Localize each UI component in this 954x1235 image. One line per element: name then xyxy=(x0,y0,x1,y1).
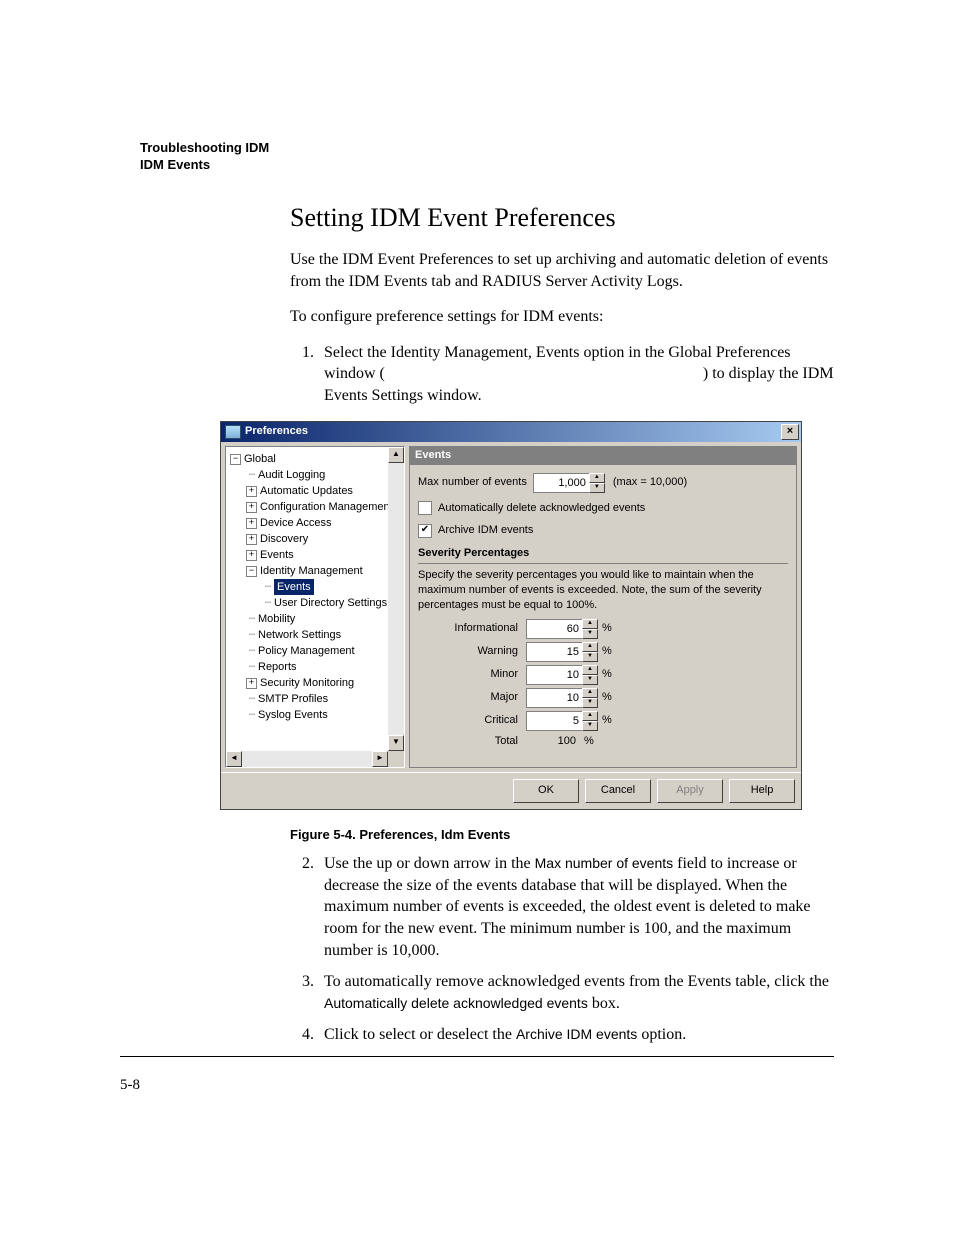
scroll-right-icon[interactable]: ► xyxy=(372,751,388,767)
severity-title: Severity Percentages xyxy=(418,546,788,561)
preferences-tree[interactable]: −Global ┄Audit Logging +Automatic Update… xyxy=(226,447,404,727)
sev-info-spinner[interactable]: ▲▼ xyxy=(526,619,598,639)
footer-rule xyxy=(120,1056,834,1057)
tree-hscroll[interactable]: ◄ ► xyxy=(226,751,388,767)
steps-list-bottom: Use the up or down arrow in the Max numb… xyxy=(290,853,834,1046)
preferences-window: Preferences × −Global ┄Audit Logging +Au… xyxy=(220,421,802,810)
titlebar: Preferences × xyxy=(221,422,801,442)
close-button[interactable]: × xyxy=(781,424,799,440)
sev-minor-spinner[interactable]: ▲▼ xyxy=(526,665,598,685)
intro-para-2: To configure preference settings for IDM… xyxy=(290,306,834,328)
events-header: Events xyxy=(409,446,797,465)
sev-critical-spinner[interactable]: ▲▼ xyxy=(526,711,598,731)
sev-major-spinner[interactable]: ▲▼ xyxy=(526,688,598,708)
tree-vscroll[interactable]: ▲ ▼ xyxy=(388,447,404,751)
step-2: Use the up or down arrow in the Max numb… xyxy=(318,853,834,961)
spin-down-icon[interactable]: ▼ xyxy=(589,483,605,493)
ok-button[interactable]: OK xyxy=(513,779,579,803)
scroll-down-icon[interactable]: ▼ xyxy=(388,735,404,751)
spin-up-icon[interactable]: ▲ xyxy=(589,473,605,483)
help-button[interactable]: Help xyxy=(729,779,795,803)
max-events-hint: (max = 10,000) xyxy=(613,475,687,490)
app-icon xyxy=(225,425,241,439)
steps-list-top: Select the Identity Management, Events o… xyxy=(290,342,834,407)
max-events-input[interactable] xyxy=(533,473,589,493)
severity-grid: Informational▲▼% Warning▲▼% Minor▲▼% Maj… xyxy=(418,619,788,749)
dialog-buttons: OK Cancel Apply Help xyxy=(221,772,801,809)
intro-para-1: Use the IDM Event Preferences to set up … xyxy=(290,249,834,292)
section-title: Setting IDM Event Preferences xyxy=(290,200,834,235)
scroll-up-icon[interactable]: ▲ xyxy=(388,447,404,463)
archive-checkbox[interactable]: ✔ xyxy=(418,524,432,538)
running-head-line2: IDM Events xyxy=(140,157,269,174)
tree-selected[interactable]: Events xyxy=(274,579,314,595)
step-1: Select the Identity Management, Events o… xyxy=(318,342,834,407)
archive-label: Archive IDM events xyxy=(438,523,533,538)
running-head: Troubleshooting IDM IDM Events xyxy=(140,140,269,174)
window-title: Preferences xyxy=(245,424,308,439)
figure-caption: Figure 5-4. Preferences, Idm Events xyxy=(290,826,834,844)
max-events-label: Max number of events xyxy=(418,475,527,490)
cancel-button[interactable]: Cancel xyxy=(585,779,651,803)
step-3: To automatically remove acknowledged eve… xyxy=(318,971,834,1014)
content-pane: Events Max number of events ▲▼ (max = 10… xyxy=(409,446,797,768)
scroll-left-icon[interactable]: ◄ xyxy=(226,751,242,767)
running-head-line1: Troubleshooting IDM xyxy=(140,140,269,157)
step-4: Click to select or deselect the Archive … xyxy=(318,1024,834,1046)
page-number: 5-8 xyxy=(120,1075,140,1095)
tree-pane: −Global ┄Audit Logging +Automatic Update… xyxy=(225,446,405,768)
sev-warn-spinner[interactable]: ▲▼ xyxy=(526,642,598,662)
max-events-spinner[interactable]: ▲▼ xyxy=(533,473,605,493)
apply-button[interactable]: Apply xyxy=(657,779,723,803)
severity-help: Specify the severity percentages you wou… xyxy=(418,568,788,613)
auto-delete-label: Automatically delete acknowledged events xyxy=(438,501,645,516)
auto-delete-checkbox[interactable] xyxy=(418,501,432,515)
